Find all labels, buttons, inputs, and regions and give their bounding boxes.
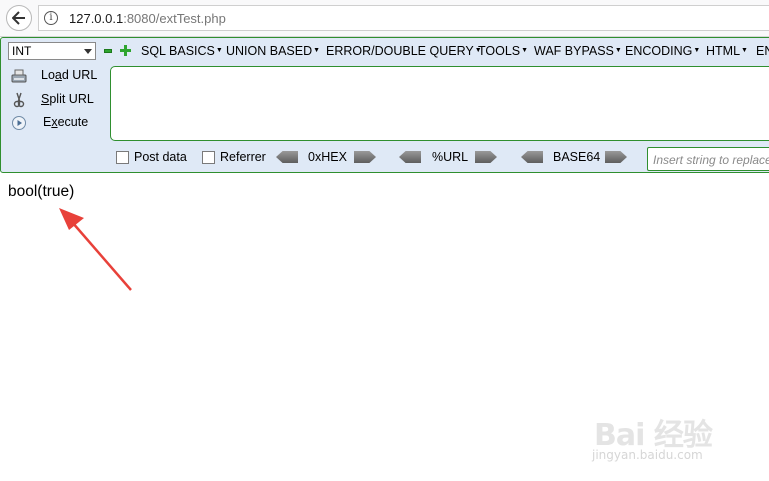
- load-url-label: Load URL: [41, 68, 98, 82]
- dropdown-arrow-icon: ▼: [215, 47, 223, 54]
- replace-string-input[interactable]: Insert string to replace: [647, 147, 769, 171]
- scissors-icon: [13, 92, 25, 108]
- dropdown-arrow-icon: ▼: [313, 47, 321, 54]
- menu-encoding[interactable]: ENCODING▼: [625, 44, 700, 58]
- url-encode-label: %URL: [432, 150, 469, 164]
- browser-toolbar: i 127.0.0.1:8080/extTest.php: [0, 0, 769, 37]
- referrer-checkbox[interactable]: [202, 151, 215, 164]
- baidu-watermark: Bai 经验 jingyan.baidu.com: [588, 400, 738, 470]
- menu-label: UNION BASED: [226, 44, 313, 58]
- menu-waf-bypass[interactable]: WAF BYPASS▼: [534, 44, 622, 58]
- dropdown-arrow-icon: ▼: [741, 47, 748, 54]
- menu-label: WAF BYPASS: [534, 44, 614, 58]
- hackbar-options-row: Post data Referrer 0xHEX %URL BASE64 Ins…: [1, 146, 769, 171]
- type-select[interactable]: INT: [8, 42, 96, 60]
- split-url-label: Split URL: [41, 92, 94, 106]
- post-data-label[interactable]: Post data: [134, 150, 187, 164]
- menu-label: ENCODING: [625, 44, 693, 58]
- url-bar[interactable]: i 127.0.0.1:8080/extTest.php: [38, 5, 769, 31]
- menu-label: EN: [756, 44, 769, 58]
- replace-placeholder: Insert string to replace: [653, 153, 769, 167]
- base64-decode-arrow-icon[interactable]: [521, 151, 543, 163]
- hex-label: 0xHEX: [308, 150, 347, 164]
- base64-label: BASE64: [553, 150, 601, 164]
- back-button[interactable]: [6, 5, 32, 31]
- hex-decode-arrow-icon[interactable]: [276, 151, 298, 163]
- hackbar-menubar: INT SQL BASICS▼ UNION BASED▼ ERROR/DOUBL…: [1, 38, 769, 64]
- php-output: bool(true): [8, 183, 75, 200]
- hackbar-panel: INT SQL BASICS▼ UNION BASED▼ ERROR/DOUBL…: [0, 37, 769, 173]
- chevron-down-icon: [84, 49, 92, 54]
- menu-error-double-query[interactable]: ERROR/DOUBLE QUERY▼: [326, 44, 482, 58]
- menu-label: SQL BASICS: [141, 44, 215, 58]
- split-url-button[interactable]: Split URL: [9, 90, 105, 110]
- base64-encode-arrow-icon[interactable]: [605, 151, 627, 163]
- url-textarea[interactable]: [110, 66, 769, 141]
- menu-union-based[interactable]: UNION BASED▼: [226, 44, 320, 58]
- decrease-icon[interactable]: [104, 49, 112, 53]
- hex-encode-arrow-icon[interactable]: [354, 151, 376, 163]
- info-icon[interactable]: i: [44, 11, 58, 25]
- back-arrow-icon: [12, 11, 25, 25]
- url-text[interactable]: 127.0.0.1:8080/extTest.php: [69, 11, 226, 26]
- post-data-checkbox[interactable]: [116, 151, 129, 164]
- menu-label: TOOLS: [478, 44, 521, 58]
- menu-label: HTML: [706, 44, 741, 58]
- watermark-url: jingyan.baidu.com: [592, 448, 703, 462]
- url-encode-arrow-icon[interactable]: [475, 151, 497, 163]
- referrer-label[interactable]: Referrer: [220, 150, 266, 164]
- execute-label: Execute: [43, 115, 89, 129]
- dropdown-arrow-icon: ▼: [693, 47, 701, 54]
- url-decode-arrow-icon[interactable]: [399, 151, 421, 163]
- load-url-icon: [11, 69, 27, 83]
- menu-tools[interactable]: TOOLS▼: [478, 44, 528, 58]
- menu-sql-basics[interactable]: SQL BASICS▼: [141, 44, 223, 58]
- dropdown-arrow-icon: ▼: [614, 47, 622, 54]
- play-icon: [12, 116, 26, 130]
- execute-button[interactable]: Execute: [9, 113, 105, 133]
- type-select-value: INT: [12, 44, 32, 58]
- url-host: 127.0.0.1: [69, 11, 124, 26]
- load-url-button[interactable]: Load URL: [9, 66, 105, 86]
- menu-html[interactable]: HTML▼: [706, 44, 748, 58]
- increase-icon[interactable]: [120, 45, 131, 56]
- menu-encryption[interactable]: EN: [756, 44, 769, 58]
- dropdown-arrow-icon: ▼: [521, 47, 529, 54]
- url-port-path: :8080/extTest.php: [123, 11, 226, 26]
- menu-label: ERROR/DOUBLE QUERY: [326, 44, 474, 58]
